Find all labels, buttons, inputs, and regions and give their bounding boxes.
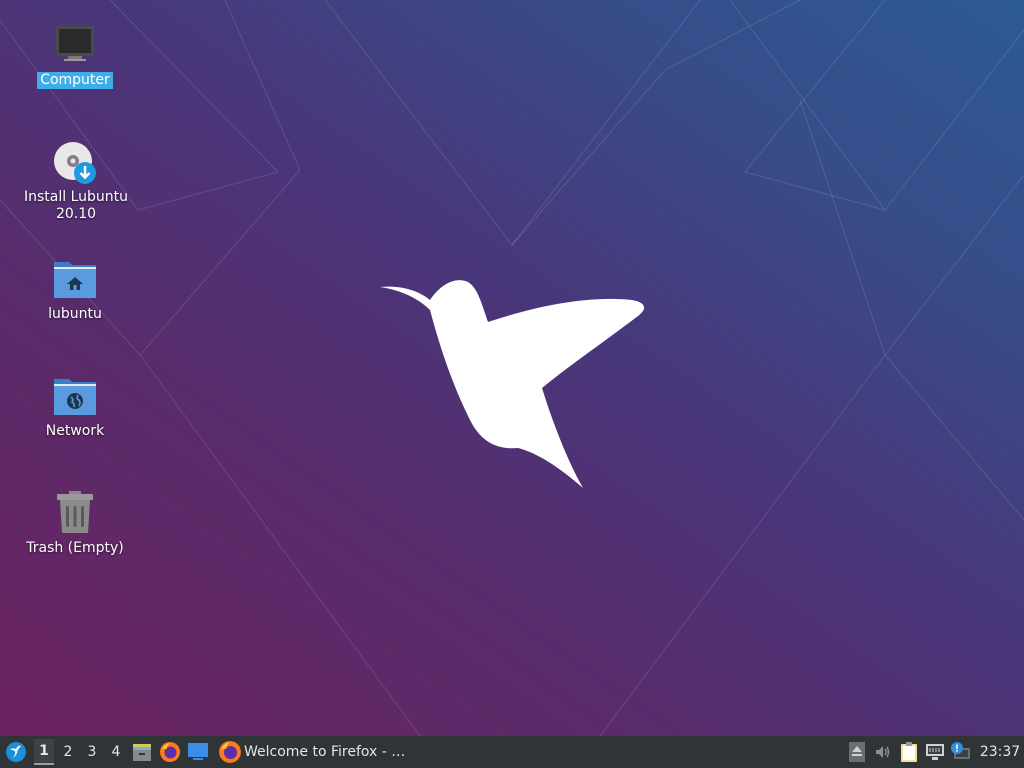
tray-network[interactable] — [922, 736, 948, 768]
quicklaunch-firefox[interactable] — [156, 736, 184, 768]
desktop-icon-install-lubuntu[interactable]: Install Lubuntu 20.10 — [20, 139, 130, 223]
network-folder-icon — [54, 379, 96, 415]
desktop-icon-computer[interactable]: Computer — [20, 22, 130, 89]
firefox-icon — [219, 741, 241, 763]
desktop-icon-label: lubuntu — [48, 306, 102, 322]
workspace-1[interactable]: 1 — [34, 739, 54, 765]
task-button-firefox[interactable]: Welcome to Firefox - … — [218, 736, 408, 768]
desktop-icon-label: Trash (Empty) — [26, 540, 124, 556]
file-manager-icon — [133, 744, 151, 761]
desktop-icon-home[interactable]: lubuntu — [20, 256, 130, 323]
update-notifier-icon — [951, 742, 970, 759]
tray-eject[interactable] — [844, 736, 870, 768]
install-disc-icon — [54, 142, 96, 184]
workspace-4[interactable]: 4 — [106, 739, 126, 765]
hummingbird-logo — [380, 280, 645, 488]
firefox-icon — [160, 742, 180, 762]
computer-icon — [56, 26, 94, 61]
clock[interactable]: 23:37 — [976, 744, 1024, 760]
network-icon — [926, 744, 944, 760]
clipboard-icon — [901, 742, 917, 762]
trash-icon — [57, 491, 93, 533]
tray-clipboard[interactable] — [896, 736, 922, 768]
desktop-icon-trash[interactable]: Trash (Empty) — [20, 490, 130, 557]
desktop-icon-network[interactable]: Network — [20, 373, 130, 440]
lubuntu-start-icon — [6, 742, 26, 762]
quicklaunch-show-desktop[interactable] — [184, 736, 212, 768]
quicklaunch-file-manager[interactable] — [128, 736, 156, 768]
workspace-2[interactable]: 2 — [58, 739, 78, 765]
workspace-3[interactable]: 3 — [82, 739, 102, 765]
desktop-icon-label: Network — [45, 423, 105, 439]
task-title: Welcome to Firefox - … — [244, 744, 406, 760]
tray-volume[interactable] — [870, 736, 896, 768]
start-menu-button[interactable] — [0, 736, 32, 768]
eject-icon — [849, 742, 865, 762]
system-tray: 23:37 — [844, 736, 1024, 768]
home-folder-icon — [54, 262, 96, 298]
taskbar: 1 2 3 4 Welcome to Firefox - … 23:37 — [0, 736, 1024, 768]
volume-icon — [876, 746, 890, 758]
desktop-icon-label: Computer — [37, 72, 113, 89]
tray-update-notifier[interactable] — [948, 736, 974, 768]
show-desktop-icon — [188, 743, 208, 760]
desktop[interactable]: Computer Install Lubuntu 20.10 lubuntu N… — [0, 0, 1024, 736]
desktop-icon-label: Install Lubuntu 20.10 — [23, 189, 128, 222]
